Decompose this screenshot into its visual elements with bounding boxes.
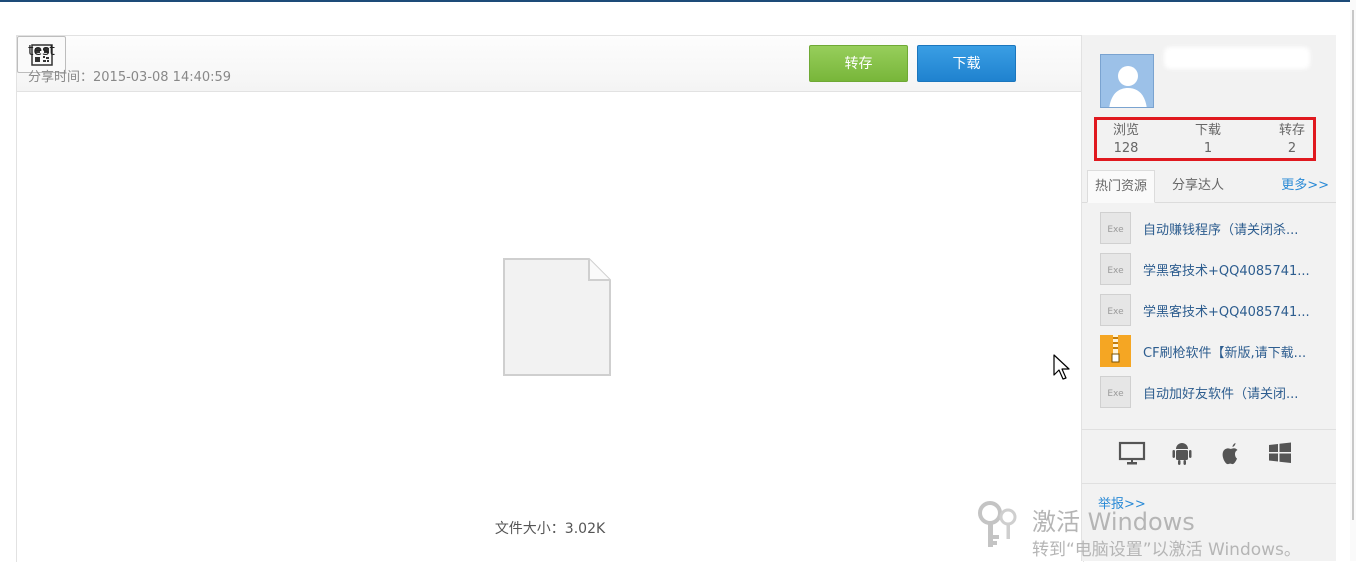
exe-file-icon: Exe [1100, 212, 1131, 244]
activate-windows-subtitle: 转到“电脑设置”以激活 Windows。 [1032, 540, 1301, 560]
user-avatar-icon [1101, 55, 1153, 107]
android-icon[interactable] [1168, 439, 1196, 467]
resource-name[interactable]: 学黑客技术+QQ4085741... [1143, 301, 1323, 320]
avatar[interactable] [1100, 54, 1154, 108]
stat-views: 浏览 128 [1103, 122, 1149, 158]
stats-box: 浏览 128 下载 1 转存 2 [1094, 117, 1316, 161]
key-icon [978, 501, 1017, 547]
resource-name[interactable]: 学黑客技术+QQ4085741... [1143, 260, 1323, 279]
sidebar: 浏览 128 下载 1 转存 2 热门资源 分享达人 更多>> Exe 自动赚钱… [1081, 35, 1336, 561]
list-item[interactable]: Exe 学黑客技术+QQ4085741... [1100, 294, 1330, 326]
share-time: 分享时间：2015-03-08 14:40:59 [28, 70, 232, 85]
stat-label: 下载 [1194, 123, 1221, 138]
stat-label: 转存 [1278, 123, 1305, 138]
exe-file-icon: Exe [1100, 253, 1131, 285]
resource-name[interactable]: 自动赚钱程序（请关闭杀... [1143, 219, 1323, 238]
resource-name[interactable]: 自动加好友软件（请关闭... [1143, 383, 1323, 402]
stat-value: 1 [1203, 141, 1213, 156]
save-button[interactable]: 转存 [809, 45, 908, 82]
download-button[interactable]: 下载 [917, 45, 1016, 82]
stat-label: 浏览 [1112, 123, 1139, 138]
list-item[interactable]: Exe 自动赚钱程序（请关闭杀... [1100, 212, 1330, 244]
generic-file-icon [503, 258, 611, 376]
scrollbar[interactable] [1352, 10, 1354, 520]
more-link[interactable]: 更多>> [1281, 170, 1329, 202]
windows-icon[interactable] [1266, 439, 1294, 467]
desktop-icon[interactable] [1118, 439, 1146, 467]
tab-hot-resources[interactable]: 热门资源 [1087, 170, 1155, 203]
stat-value: 2 [1287, 141, 1297, 156]
mouse-cursor-icon [1053, 354, 1070, 380]
username-redacted [1164, 47, 1310, 69]
resource-name[interactable]: CF刷枪软件【新版,请下载... [1143, 342, 1323, 361]
divider [1082, 429, 1336, 430]
zip-file-icon [1100, 335, 1131, 367]
stat-value: 128 [1113, 141, 1139, 156]
svg-text:Exe: Exe [1107, 307, 1124, 317]
list-item[interactable]: CF刷枪软件【新版,请下载... [1100, 335, 1330, 367]
activate-windows-title: 激活 Windows [1032, 508, 1195, 536]
file-title: test [28, 43, 55, 59]
sidebar-tabs: 热门资源 分享达人 更多>> [1082, 170, 1336, 203]
file-size: 文件大小：3.02K [494, 521, 606, 537]
apple-icon[interactable] [1216, 439, 1244, 467]
list-item[interactable]: Exe 学黑客技术+QQ4085741... [1100, 253, 1330, 285]
list-item[interactable]: Exe 自动加好友软件（请关闭... [1100, 376, 1330, 408]
divider [1082, 483, 1336, 484]
platform-icons [1082, 439, 1336, 475]
stat-downloads: 下载 1 [1185, 122, 1231, 158]
exe-file-icon: Exe [1100, 376, 1131, 408]
file-preview-panel: test 分享时间：2015-03-08 14:40:59 转存 下载 文件大小… [16, 35, 1084, 562]
svg-text:Exe: Exe [1107, 225, 1124, 235]
svg-text:Exe: Exe [1107, 266, 1124, 276]
svg-text:Exe: Exe [1107, 389, 1124, 399]
stat-saves: 转存 2 [1269, 122, 1315, 158]
exe-file-icon: Exe [1100, 294, 1131, 326]
file-header: test 分享时间：2015-03-08 14:40:59 转存 下载 [17, 36, 1083, 92]
top-bar [0, 0, 1356, 2]
tab-share-experts[interactable]: 分享达人 [1172, 170, 1224, 202]
